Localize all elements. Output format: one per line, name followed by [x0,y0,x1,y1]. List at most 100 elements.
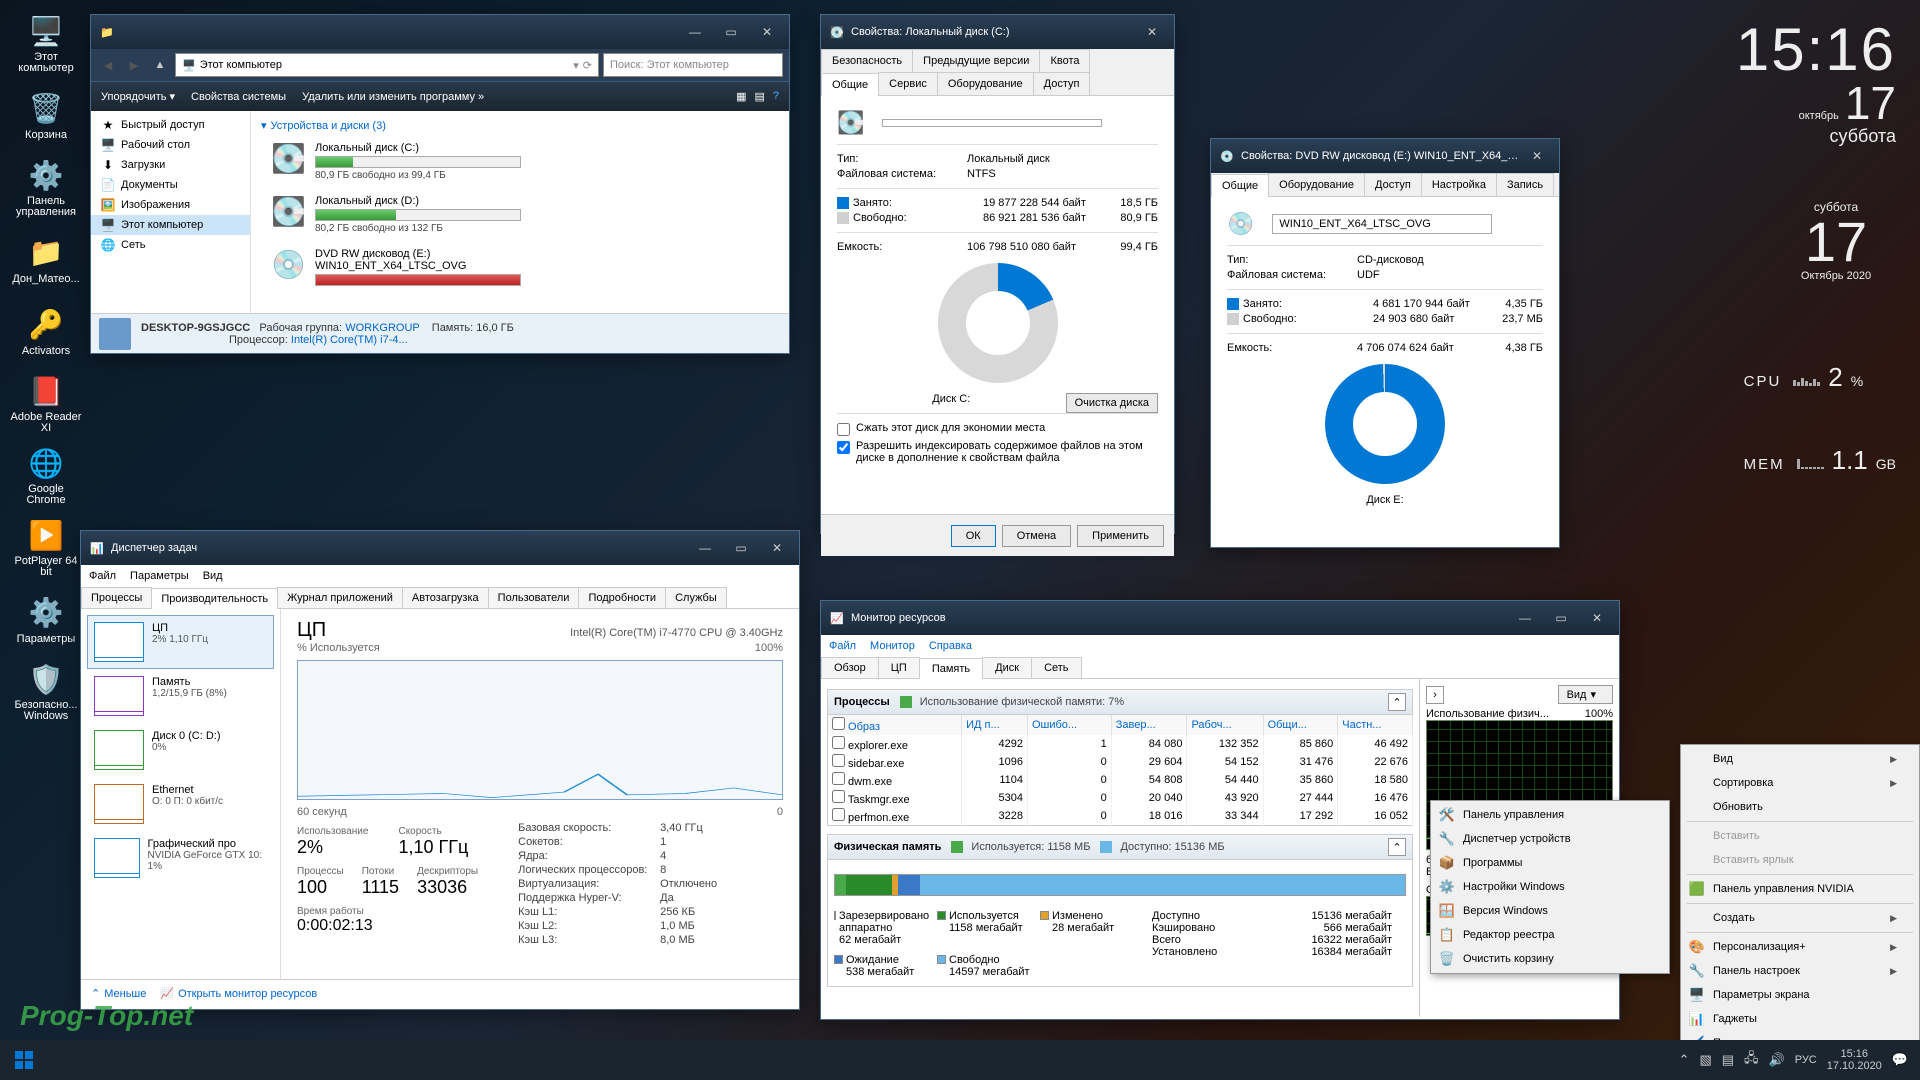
tab[interactable]: Производительность [151,588,278,609]
view-dropdown[interactable]: Вид ▾ [1558,685,1613,704]
table-row[interactable]: perfmon.exe3228018 01633 34417 29216 052 [828,807,1413,826]
tray-nvidia-icon[interactable]: ▧ [1699,1052,1711,1068]
table-row[interactable]: sidebar.exe1096029 60454 15231 47622 676 [828,753,1413,771]
tab[interactable]: Оборудование [1268,173,1365,196]
tab[interactable]: Подробности [578,587,666,608]
desktop-icon[interactable]: 🛡️Безопасно... Windows [8,656,84,726]
sidebar-item[interactable]: 🖼️Изображения [91,195,250,215]
start-button[interactable] [4,1041,44,1079]
maximize-button[interactable]: ▭ [713,20,749,44]
menu-item[interactable]: Файл [89,570,116,582]
menu-item[interactable]: Монитор [870,640,915,652]
tab[interactable]: Предыдущие версии [912,49,1040,72]
organize-menu[interactable]: Упорядочить ▾ [101,90,175,103]
close-button[interactable]: ✕ [759,536,795,560]
disk-cleanup-button[interactable]: Очистка диска [1066,393,1158,413]
menu-item[interactable]: Создать▶ [1683,906,1917,930]
tab[interactable]: Службы [665,587,727,608]
close-button[interactable]: ✕ [1519,144,1555,168]
menu-item[interactable]: Обновить [1683,795,1917,819]
close-button[interactable]: ✕ [749,20,785,44]
tray-notifications-icon[interactable]: 💬 [1892,1052,1908,1068]
processes-section[interactable]: ПроцессыИспользование физической памяти:… [827,689,1413,715]
col-header[interactable]: Общи... [1263,715,1338,735]
table-row[interactable]: Taskmgr.exe5304020 04043 92027 44416 476 [828,789,1413,807]
ok-button[interactable]: ОК [951,525,996,547]
view-large-icon[interactable]: ▤ [754,90,764,103]
tab[interactable]: ЦП [878,657,920,678]
sysprop-button[interactable]: Свойства системы [191,91,286,103]
tab[interactable]: Общие [1211,174,1269,197]
table-row[interactable]: dwm.exe1104054 80854 44035 86018 580 [828,771,1413,789]
search-input[interactable]: Поиск: Этот компьютер [603,53,783,77]
collapse-icon[interactable]: › [1426,686,1444,704]
cancel-button[interactable]: Отмена [1002,525,1071,547]
index-checkbox[interactable] [837,441,850,454]
col-header[interactable]: Ошибо... [1027,715,1111,735]
drives-group-header[interactable]: ▾Устройства и диски (3) [261,115,779,140]
drive-item[interactable]: 💽Локальный диск (D:)80,2 ГБ свободно из … [271,195,521,234]
tab[interactable]: Оборудование [937,72,1034,95]
desktop-icon[interactable]: 🖥️Этот компьютер [8,8,84,78]
perf-item[interactable]: Память1,2/15,9 ГБ (8%) [87,669,274,723]
desktop-icon[interactable]: 🗑️Корзина [8,80,84,150]
menu-item[interactable]: 🛠️Панель управления [1433,803,1667,827]
menu-item[interactable]: 📊Гаджеты [1683,1007,1917,1031]
fewer-details[interactable]: ⌃Меньше [91,987,146,1000]
menu-item[interactable]: Сортировка▶ [1683,771,1917,795]
sidebar-item[interactable]: 📄Документы [91,175,250,195]
chevron-down-icon[interactable]: ▾ [573,59,579,72]
close-button[interactable]: ✕ [1579,606,1615,630]
tab[interactable]: Журнал приложений [277,587,403,608]
tab[interactable]: Процессы [81,587,152,608]
nav-forward-icon[interactable]: ▶ [123,54,145,76]
perf-item[interactable]: Диск 0 (C: D:)0% [87,723,274,777]
explorer-titlebar[interactable]: 📁 — ▭ ✕ [91,15,789,49]
tab[interactable]: Запись [1496,173,1554,196]
desktop-icon[interactable]: ⚙️Панель управления [8,152,84,222]
menu-item[interactable]: Вид▶ [1683,747,1917,771]
perf-item[interactable]: Графический проNVIDIA GeForce GTX 10: 1% [87,831,274,885]
menu-item[interactable]: Параметры [130,570,189,582]
sidebar-item[interactable]: 🖥️Рабочий стол [91,135,250,155]
desktop-icon[interactable]: ⚙️Параметры [8,584,84,654]
sidebar-item[interactable]: ★Быстрый доступ [91,115,250,135]
open-resmon[interactable]: 📈Открыть монитор ресурсов [160,987,317,1000]
sidebar-item[interactable]: ⬇Загрузки [91,155,250,175]
col-header[interactable]: Частн... [1338,715,1413,735]
menu-item[interactable]: 🗑️Очистить корзину [1433,947,1667,971]
tab[interactable]: Пользователи [488,587,580,608]
menu-item[interactable]: Файл [829,640,856,652]
compress-checkbox[interactable] [837,423,850,436]
nav-back-icon[interactable]: ◀ [97,54,119,76]
tray-volume-icon[interactable]: 🔊 [1769,1052,1785,1068]
minimize-button[interactable]: — [687,536,723,560]
tab[interactable]: Квота [1039,49,1090,72]
help-icon[interactable]: ? [773,90,779,103]
view-small-icon[interactable]: ▦ [736,90,746,103]
desktop-icon[interactable]: 🔑Activators [8,296,84,366]
tray-disk-icon[interactable]: ▤ [1722,1052,1734,1068]
nav-up-icon[interactable]: ▲ [149,54,171,76]
col-header[interactable]: Завер... [1111,715,1187,735]
tab[interactable]: Доступ [1364,173,1422,196]
menu-item[interactable]: 🎨Персонализация+▶ [1683,935,1917,959]
menu-item[interactable]: Вид [203,570,223,582]
tab[interactable]: Диск [982,657,1032,678]
tab[interactable]: Сеть [1031,657,1081,678]
menu-item[interactable]: 📦Программы [1433,851,1667,875]
sidebar-item[interactable]: 🌐Сеть [91,235,250,255]
minimize-button[interactable]: — [1507,606,1543,630]
tab[interactable]: Автозагрузка [402,587,489,608]
menu-item[interactable]: ⚙️Настройки Windows [1433,875,1667,899]
tray-clock[interactable]: 15:1617.10.2020 [1827,1048,1882,1072]
tray-up-icon[interactable]: ⌃ [1679,1052,1690,1068]
menu-item[interactable]: 🖥️Параметры экрана [1683,983,1917,1007]
col-header[interactable]: ИД п... [962,715,1028,735]
menu-item[interactable]: 📋Редактор реестра [1433,923,1667,947]
menu-item[interactable]: 🔧Диспетчер устройств [1433,827,1667,851]
tray-lang[interactable]: РУС [1795,1054,1817,1066]
sidebar-item[interactable]: 🖥️Этот компьютер [91,215,250,235]
col-header[interactable]: Рабоч... [1187,715,1263,735]
minimize-button[interactable]: — [677,20,713,44]
